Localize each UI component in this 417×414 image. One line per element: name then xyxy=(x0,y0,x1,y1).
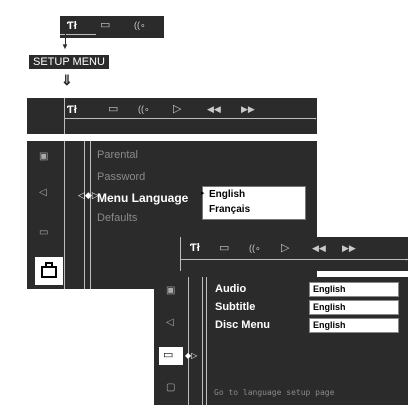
subtitle-icon[interactable]: ▭ xyxy=(108,104,118,115)
row-label-audio: Audio xyxy=(215,283,247,295)
play-icon[interactable]: ▷ xyxy=(281,243,289,254)
down-arrow-icon: ⇓ xyxy=(61,72,73,88)
parental-icon[interactable]: ▣ xyxy=(39,151,48,162)
language-option-english[interactable]: English xyxy=(209,189,245,200)
row-label-disc-menu: Disc Menu xyxy=(215,319,271,331)
language-options-box: ▸ English Français xyxy=(201,186,306,220)
language-setup-panel: ▣ ◁ ▭ ◆▷ ▢ Audio English Subtitle Englis… xyxy=(154,277,408,405)
parental-icon[interactable]: ▣ xyxy=(166,285,175,296)
speaker-icon[interactable]: ◁ xyxy=(166,317,174,328)
audio-icon[interactable]: ((∘ xyxy=(134,21,146,30)
subtitle-value-field[interactable]: English xyxy=(309,300,399,315)
menu-item-menu-language[interactable]: Menu Language xyxy=(97,191,188,205)
setup-menu-label: SETUP MENU xyxy=(29,55,109,69)
fast-forward-icon[interactable]: ▶▶ xyxy=(241,105,255,114)
language-icon[interactable]: ▭ xyxy=(39,227,48,238)
subtitle-icon[interactable]: ▭ xyxy=(219,243,229,254)
audio-icon[interactable]: ((∘ xyxy=(138,105,150,114)
stage4-toolbar: Ƭł ▭ ((∘ ▷ ◀◀ ▶▶ → xyxy=(154,237,409,271)
row-label-subtitle: Subtitle xyxy=(215,301,256,313)
setup-icon[interactable]: Ƭł xyxy=(67,21,77,32)
stage1-connector: ▼ xyxy=(20,33,80,53)
play-icon[interactable]: ▷ xyxy=(173,104,181,115)
language-icon[interactable]: ▭ xyxy=(159,347,183,365)
general-icon[interactable] xyxy=(35,257,63,285)
rewind-icon[interactable]: ◀◀ xyxy=(207,105,221,114)
language-option-francais[interactable]: Français xyxy=(209,204,250,215)
status-line: Go to language setup page xyxy=(214,388,335,397)
selector-arrows-icon: ◆▷ xyxy=(185,351,198,360)
audio-value-field[interactable]: English xyxy=(309,282,399,297)
speaker-icon[interactable]: ◁ xyxy=(39,187,47,198)
menu-item-password[interactable]: Password xyxy=(97,171,145,183)
menu-item-defaults[interactable]: Defaults xyxy=(97,212,137,224)
selector-arrows-icon: ◁◆▷ xyxy=(78,190,99,200)
stage2-toolbar: Ƭł ▭ ((∘ ▷ ◀◀ ▶▶ → xyxy=(27,98,318,134)
menu-item-parental[interactable]: Parental xyxy=(97,149,138,161)
disc-menu-value-field[interactable]: English xyxy=(309,318,399,333)
rewind-icon[interactable]: ◀◀ xyxy=(312,244,326,253)
general-icon[interactable]: ▢ xyxy=(166,382,175,393)
subtitle-icon[interactable]: ▭ xyxy=(100,20,110,31)
fast-forward-icon[interactable]: ▶▶ xyxy=(342,244,356,253)
setup-icon[interactable]: Ƭł xyxy=(67,105,77,116)
audio-icon[interactable]: ((∘ xyxy=(249,244,261,253)
setup-icon[interactable]: Ƭł xyxy=(190,243,200,254)
